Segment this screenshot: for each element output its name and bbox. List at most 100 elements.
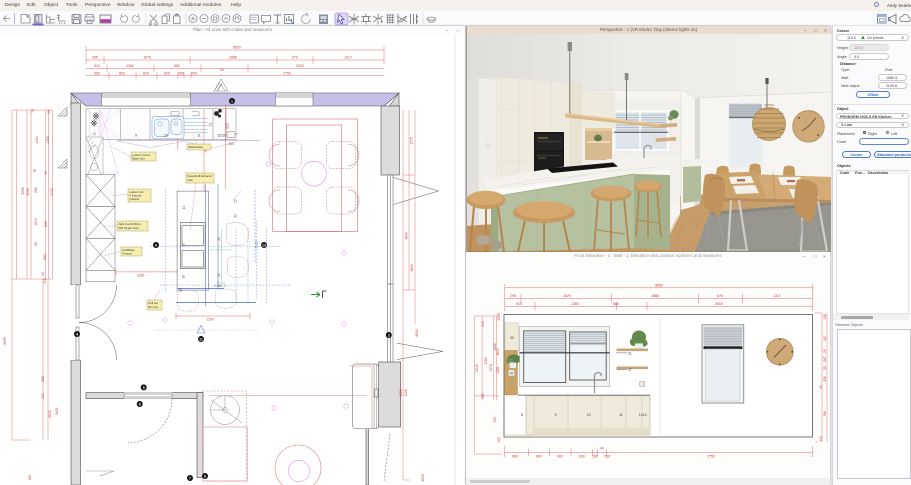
svg-text:600: 600	[43, 254, 47, 260]
svg-text:115: 115	[819, 436, 823, 441]
svg-text:1688: 1688	[229, 56, 237, 60]
svg-text:1228: 1228	[404, 389, 408, 397]
svg-text:1280: 1280	[399, 389, 403, 397]
svg-text:8650: 8650	[655, 284, 663, 288]
svg-text:610: 610	[516, 302, 522, 306]
svg-text:3600: 3600	[410, 264, 414, 272]
svg-text:547: 547	[823, 335, 827, 341]
svg-text:15: 15	[182, 243, 186, 247]
svg-text:4800: 4800	[405, 232, 409, 240]
svg-text:1360: 1360	[571, 302, 579, 306]
svg-text:40: 40	[217, 284, 221, 288]
svg-text:40: 40	[600, 447, 604, 451]
svg-text:30: 30	[510, 336, 514, 340]
svg-text:3000: 3000	[715, 302, 723, 306]
svg-text:18: 18	[179, 288, 183, 292]
svg-text:1643: 1643	[496, 348, 500, 356]
svg-text:1213: 1213	[639, 413, 647, 417]
svg-text:9: 9	[155, 244, 157, 248]
svg-text:2750: 2750	[707, 455, 715, 459]
svg-text:1010: 1010	[34, 218, 38, 226]
svg-text:295: 295	[92, 56, 98, 60]
svg-text:Hob: Hob	[188, 178, 194, 182]
svg-text:200: 200	[191, 71, 197, 75]
svg-text:8020: 8020	[48, 410, 52, 418]
svg-text:76: 76	[33, 169, 37, 173]
svg-text:1588: 1588	[651, 294, 659, 298]
svg-text:610: 610	[94, 64, 100, 68]
svg-text:600 Single Oven: 600 Single Oven	[119, 226, 140, 230]
svg-text:30: 30	[41, 272, 45, 276]
svg-text:11: 11	[619, 413, 623, 417]
svg-text:260: 260	[228, 142, 234, 146]
svg-text:115: 115	[497, 437, 501, 442]
svg-text:328: 328	[823, 376, 827, 382]
svg-text:10: 10	[164, 134, 168, 138]
svg-text:295: 295	[510, 294, 516, 298]
svg-text:Dishwasher: Dishwasher	[189, 145, 204, 149]
svg-text:680: 680	[613, 302, 619, 306]
svg-text:25: 25	[823, 366, 827, 370]
svg-text:790: 790	[493, 417, 497, 423]
svg-text:9: 9	[555, 413, 557, 417]
svg-text:670: 670	[292, 56, 298, 60]
svg-text:1213: 1213	[217, 134, 225, 138]
svg-text:660: 660	[512, 455, 518, 459]
svg-text:800: 800	[119, 71, 125, 75]
svg-text:20: 20	[819, 385, 823, 389]
svg-text:76: 76	[44, 171, 48, 175]
svg-text:118: 118	[41, 393, 45, 398]
svg-text:3265: 3265	[26, 188, 30, 196]
svg-text:11: 11	[199, 338, 203, 342]
svg-text:8: 8	[521, 413, 523, 417]
svg-text:4800: 4800	[421, 474, 425, 482]
svg-text:1: 1	[231, 100, 233, 104]
svg-text:2345: 2345	[497, 313, 501, 321]
svg-text:2130: 2130	[255, 241, 259, 249]
svg-text:14: 14	[182, 206, 186, 210]
svg-text:1275: 1275	[410, 137, 414, 145]
svg-text:16: 16	[182, 275, 186, 279]
svg-text:5491: 5491	[55, 407, 59, 415]
svg-text:8650: 8650	[415, 329, 419, 337]
svg-text:5: 5	[143, 386, 145, 390]
svg-text:7: 7	[189, 477, 191, 481]
svg-text:25: 25	[823, 349, 827, 353]
svg-text:245: 245	[481, 321, 485, 327]
svg-text:6: 6	[204, 475, 206, 479]
svg-text:Base Unit: Base Unit	[133, 157, 145, 161]
svg-text:2345: 2345	[475, 364, 479, 372]
svg-text:40: 40	[220, 68, 224, 72]
svg-text:21: 21	[628, 351, 632, 355]
svg-text:1190: 1190	[484, 357, 488, 364]
svg-text:660: 660	[94, 71, 100, 75]
svg-text:27: 27	[628, 368, 632, 372]
svg-text:608: 608	[34, 187, 38, 193]
svg-text:1675: 1675	[143, 56, 151, 60]
svg-text:11: 11	[197, 134, 201, 138]
svg-text:675: 675	[717, 294, 723, 298]
svg-text:1200: 1200	[206, 318, 214, 322]
svg-text:150: 150	[592, 455, 598, 459]
svg-text:52: 52	[34, 242, 38, 246]
svg-text:19: 19	[217, 273, 221, 277]
svg-text:8: 8	[139, 403, 141, 407]
svg-text:9: 9	[135, 134, 137, 138]
svg-text:13: 13	[262, 244, 266, 248]
svg-text:2: 2	[388, 334, 390, 338]
svg-text:1575: 1575	[563, 294, 571, 298]
svg-text:1317: 1317	[773, 294, 781, 298]
svg-text:10: 10	[587, 413, 591, 417]
svg-text:22: 22	[233, 199, 237, 203]
svg-text:2750: 2750	[283, 71, 291, 75]
svg-text:585: 585	[41, 376, 45, 382]
svg-text:267: 267	[823, 356, 827, 362]
svg-text:20: 20	[47, 110, 51, 114]
svg-text:1378: 1378	[489, 364, 493, 372]
svg-text:600: 600	[579, 455, 585, 459]
svg-text:1184: 1184	[35, 136, 39, 143]
svg-text:3130: 3130	[50, 188, 54, 196]
svg-text:680: 680	[174, 64, 180, 68]
svg-text:180: 180	[28, 475, 32, 481]
svg-text:138: 138	[823, 314, 827, 320]
